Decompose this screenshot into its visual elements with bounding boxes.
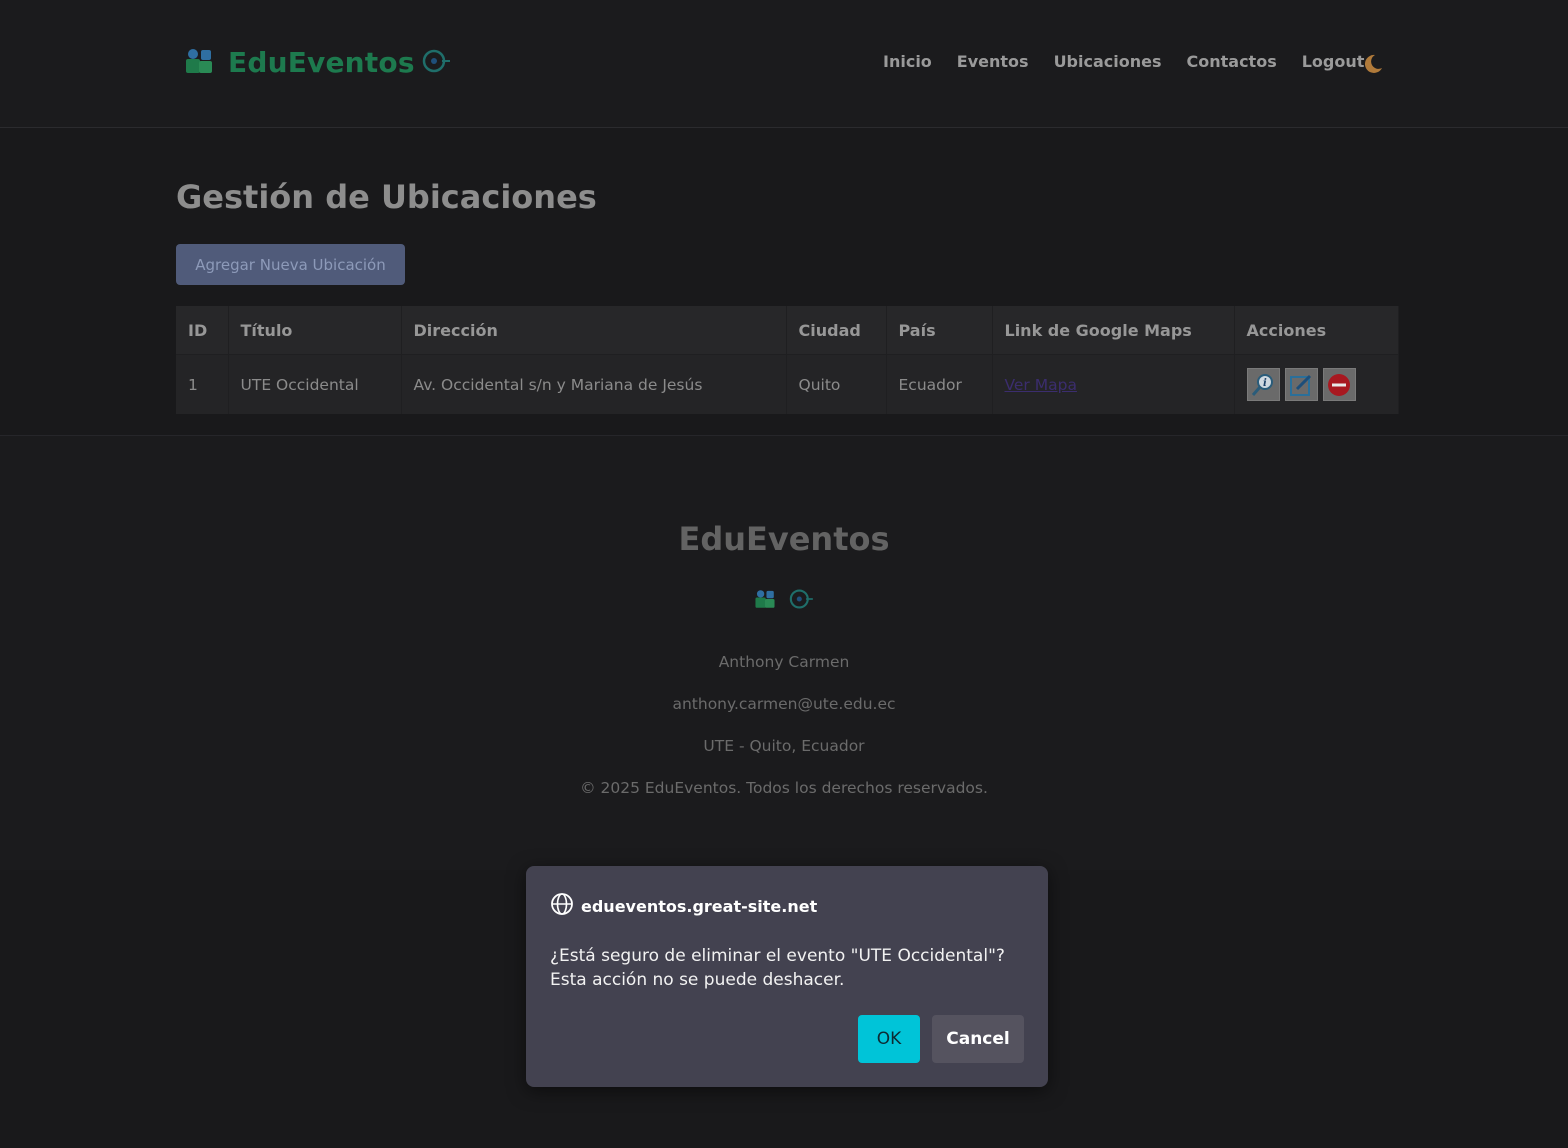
nav-logout[interactable]: Logout [1302, 52, 1365, 71]
footer-title: EduEventos [678, 520, 890, 558]
add-location-button[interactable]: Agregar Nueva Ubicación [176, 244, 405, 285]
dialog-origin: edueventos.great-site.net [550, 892, 817, 920]
svg-text:i: i [1263, 378, 1267, 389]
nav-inicio[interactable]: Inicio [883, 52, 932, 71]
view-icon[interactable]: i [1246, 368, 1280, 401]
people-logo-icon [184, 47, 214, 79]
cell-id: 1 [176, 354, 229, 414]
nav-ubicaciones[interactable]: Ubicaciones [1054, 52, 1162, 71]
brand-name: EduEventos [228, 46, 415, 79]
ok-button[interactable]: OK [858, 1015, 920, 1063]
delete-icon[interactable] [1322, 368, 1356, 401]
footer-logos [0, 588, 1568, 614]
cell-link: Ver Mapa [992, 354, 1235, 414]
table-row: 1 UTE Occidental Av. Occidental s/n y Ma… [176, 354, 1399, 414]
cell-pais: Ecuador [886, 354, 993, 414]
moon-icon[interactable] [1360, 52, 1384, 80]
col-direccion: Dirección [401, 306, 787, 355]
footer-location: UTE - Quito, Ecuador [703, 737, 865, 755]
cell-ciudad: Quito [786, 354, 887, 414]
footer: EduEventos Anthony Carmen anthony.carmen… [0, 436, 1568, 870]
cell-direccion: Av. Occidental s/n y Mariana de Jesús [401, 354, 787, 414]
locations-table: ID Título Dirección Ciudad País Link de … [176, 306, 1399, 414]
globe-icon [550, 892, 574, 920]
col-link: Link de Google Maps [992, 306, 1235, 355]
cell-titulo: UTE Occidental [228, 354, 402, 414]
people-logo-icon [754, 588, 776, 614]
map-link[interactable]: Ver Mapa [1005, 376, 1077, 394]
col-ciudad: Ciudad [786, 306, 887, 355]
globe-logo-icon [788, 588, 814, 614]
nav-links: Inicio Eventos Ubicaciones Contactos Log… [883, 52, 1389, 71]
brand[interactable]: EduEventos [184, 46, 451, 79]
dialog-message: ¿Está seguro de eliminar el evento "UTE … [550, 946, 1005, 990]
cancel-button[interactable]: Cancel [932, 1015, 1024, 1063]
footer-author: Anthony Carmen [718, 653, 850, 671]
dialog-origin-text: edueventos.great-site.net [581, 896, 818, 916]
col-id: ID [176, 306, 229, 355]
nav-contactos[interactable]: Contactos [1187, 52, 1277, 71]
row-actions: i [1246, 368, 1398, 401]
table-header-row: ID Título Dirección Ciudad País Link de … [176, 306, 1399, 355]
nav-eventos[interactable]: Eventos [957, 52, 1029, 71]
globe-logo-icon [421, 48, 451, 78]
col-titulo: Título [228, 306, 402, 355]
navbar: EduEventos Inicio Eventos Ubicaciones Co… [0, 0, 1568, 128]
col-pais: País [886, 306, 993, 355]
edit-icon[interactable] [1284, 368, 1318, 401]
footer-email: anthony.carmen@ute.edu.ec [672, 695, 896, 713]
cell-acciones: i [1234, 354, 1399, 414]
page-title: Gestión de Ubicaciones [176, 178, 597, 216]
col-acciones: Acciones [1234, 306, 1399, 355]
footer-copyright: © 2025 EduEventos. Todos los derechos re… [580, 779, 988, 797]
confirm-dialog: edueventos.great-site.net ¿Está seguro d… [526, 866, 1048, 1087]
